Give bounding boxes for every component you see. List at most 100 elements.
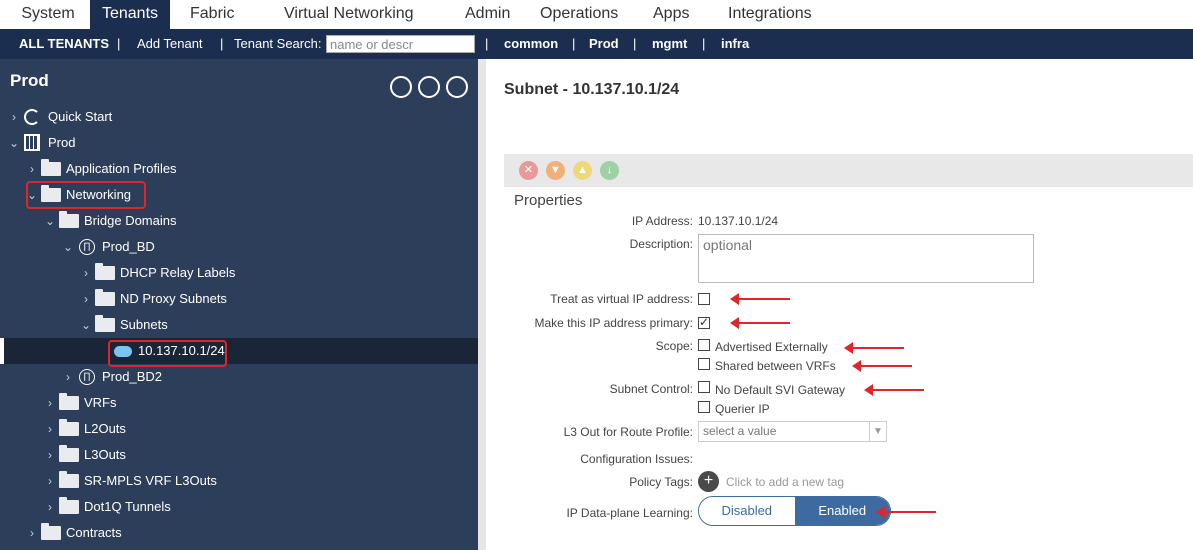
- shared-between-vrfs-checkbox[interactable]: [698, 358, 710, 370]
- chevron-right-icon[interactable]: ›: [44, 468, 56, 494]
- ip-address-value: 10.137.10.1/24: [698, 214, 779, 228]
- add-tenant-link[interactable]: Add Tenant: [137, 29, 203, 59]
- tree-item-l3outs[interactable]: › L3Outs: [0, 442, 478, 468]
- add-tag-hint[interactable]: Click to add a new tag: [726, 475, 844, 489]
- subnet-detail-panel: Subnet - 10.137.10.1/24 ✕ ▼ ▲ ↓ Properti…: [486, 59, 1193, 550]
- top-nav: System Tenants Fabric Virtual Networking…: [0, 0, 1193, 29]
- tree-item-prod-bd[interactable]: ⌄ ∏ Prod_BD: [0, 234, 478, 260]
- highlight-box: [26, 181, 146, 209]
- tree-item-label: ND Proxy Subnets: [120, 291, 227, 306]
- chevron-right-icon[interactable]: ›: [44, 494, 56, 520]
- tree-item-label: Prod_BD: [102, 239, 155, 254]
- no-default-svi-checkbox[interactable]: [698, 381, 710, 393]
- tab-operations[interactable]: Operations: [540, 0, 618, 29]
- warning-fault-icon[interactable]: ↓: [600, 161, 619, 180]
- tree-item-dhcp-relay-labels[interactable]: › DHCP Relay Labels: [0, 260, 478, 286]
- folder-icon: [59, 497, 79, 514]
- subnet-control-label: Subnet Control:: [609, 382, 693, 396]
- tree-item-subnets[interactable]: ⌄ Subnets: [0, 312, 478, 338]
- folder-icon: [41, 523, 61, 540]
- annotation-arrow: [844, 342, 904, 354]
- tree-item-l2outs[interactable]: › L2Outs: [0, 416, 478, 442]
- primary-ip-label: Make this IP address primary:: [534, 316, 693, 330]
- tenant-link-common[interactable]: common: [504, 29, 558, 59]
- folder-icon: [59, 211, 79, 228]
- chevron-down-icon[interactable]: ⌄: [44, 208, 56, 234]
- tab-fabric[interactable]: Fabric: [190, 0, 234, 29]
- tab-admin[interactable]: Admin: [465, 0, 510, 29]
- tree-item-label: L2Outs: [84, 421, 126, 436]
- tree-item-sr-mpls-vrf-l3outs[interactable]: › SR-MPLS VRF L3Outs: [0, 468, 478, 494]
- chevron-right-icon[interactable]: ›: [44, 442, 56, 468]
- querier-ip-checkbox[interactable]: [698, 401, 710, 413]
- advertised-externally-checkbox[interactable]: [698, 339, 710, 351]
- chevron-down-icon[interactable]: ⌄: [62, 234, 74, 260]
- folder-icon: [59, 445, 79, 462]
- annotation-arrow: [852, 360, 912, 372]
- chevron-down-icon[interactable]: ⌄: [8, 130, 20, 156]
- chevron-right-icon[interactable]: ›: [8, 104, 20, 130]
- tenant-link-mgmt[interactable]: mgmt: [652, 29, 687, 59]
- tab-apps[interactable]: Apps: [653, 0, 689, 29]
- separator: |: [485, 36, 489, 51]
- add-tag-icon[interactable]: +: [698, 471, 719, 492]
- tree-item-bridge-domains[interactable]: ⌄ Bridge Domains: [0, 208, 478, 234]
- tab-virtual-networking[interactable]: Virtual Networking: [284, 0, 414, 29]
- configuration-issues-label: Configuration Issues:: [580, 452, 693, 466]
- pane-resize-handle[interactable]: [478, 59, 486, 550]
- dataplane-learning-toggle[interactable]: Disabled Enabled: [698, 496, 891, 526]
- minor-fault-icon[interactable]: ▲: [573, 161, 592, 180]
- ip-address-label: IP Address:: [631, 214, 693, 228]
- tree-item-quick-start[interactable]: › Quick Start: [0, 104, 478, 130]
- major-fault-icon[interactable]: ▼: [546, 161, 565, 180]
- chevron-down-icon[interactable]: ⌄: [80, 312, 92, 338]
- tree-item-dot1q-tunnels[interactable]: › Dot1Q Tunnels: [0, 494, 478, 520]
- tree-item-tenant-prod[interactable]: ⌄ Prod: [0, 130, 478, 156]
- bridge-domain-icon: ∏: [79, 239, 95, 255]
- tab-integrations[interactable]: Integrations: [728, 0, 812, 29]
- filter-icon[interactable]: [418, 76, 440, 98]
- tab-system[interactable]: System: [10, 0, 86, 29]
- description-field[interactable]: optional: [698, 234, 1034, 283]
- separator: |: [220, 36, 224, 51]
- folder-icon: [59, 471, 79, 488]
- separator: |: [117, 36, 121, 51]
- critical-fault-icon[interactable]: ✕: [519, 161, 538, 180]
- page-title: Subnet - 10.137.10.1/24: [504, 81, 680, 98]
- tenant-search-input[interactable]: [326, 35, 475, 53]
- tree-item-application-profiles[interactable]: › Application Profiles: [0, 156, 478, 182]
- chevron-right-icon[interactable]: ›: [26, 156, 38, 182]
- toggle-disabled-option[interactable]: Disabled: [699, 497, 795, 525]
- chevron-right-icon[interactable]: ›: [62, 364, 74, 390]
- tree-item-prod-bd2[interactable]: › ∏ Prod_BD2: [0, 364, 478, 390]
- tree-item-contracts[interactable]: › Contracts: [0, 520, 478, 546]
- tree-item-label: Quick Start: [48, 109, 113, 124]
- tree-item-vrfs[interactable]: › VRFs: [0, 390, 478, 416]
- chevron-right-icon[interactable]: ›: [80, 260, 92, 286]
- chevron-right-icon[interactable]: ›: [44, 416, 56, 442]
- all-tenants-link[interactable]: ALL TENANTS: [19, 29, 109, 59]
- folder-icon: [59, 419, 79, 436]
- tab-tenants[interactable]: Tenants: [90, 0, 170, 29]
- select-value: select a value: [703, 424, 777, 438]
- tree-item-label: L3Outs: [84, 447, 126, 462]
- chevron-right-icon[interactable]: ›: [26, 520, 38, 546]
- tenant-icon: [24, 134, 40, 151]
- chevron-down-icon[interactable]: ▼: [869, 422, 886, 441]
- chevron-right-icon[interactable]: ›: [44, 390, 56, 416]
- folder-icon: [95, 263, 115, 280]
- chevron-right-icon[interactable]: ›: [80, 286, 92, 312]
- sidebar-title: Prod: [10, 71, 49, 90]
- l3out-route-profile-select[interactable]: select a value ▼: [698, 421, 887, 442]
- primary-ip-checkbox[interactable]: [698, 315, 710, 329]
- tree-item-nd-proxy-subnets[interactable]: › ND Proxy Subnets: [0, 286, 478, 312]
- tenant-link-prod[interactable]: Prod: [589, 29, 619, 59]
- separator: |: [702, 36, 706, 51]
- virtual-ip-checkbox[interactable]: [698, 293, 710, 305]
- topology-icon[interactable]: [390, 76, 412, 98]
- tree-item-subnet-10-137-10-1[interactable]: 10.137.10.1/24: [0, 338, 478, 364]
- tenant-link-infra[interactable]: infra: [721, 29, 749, 59]
- refresh-icon[interactable]: [446, 76, 468, 98]
- fault-toolbar: ✕ ▼ ▲ ↓: [504, 154, 1193, 187]
- tree-item-label: SR-MPLS VRF L3Outs: [84, 473, 217, 488]
